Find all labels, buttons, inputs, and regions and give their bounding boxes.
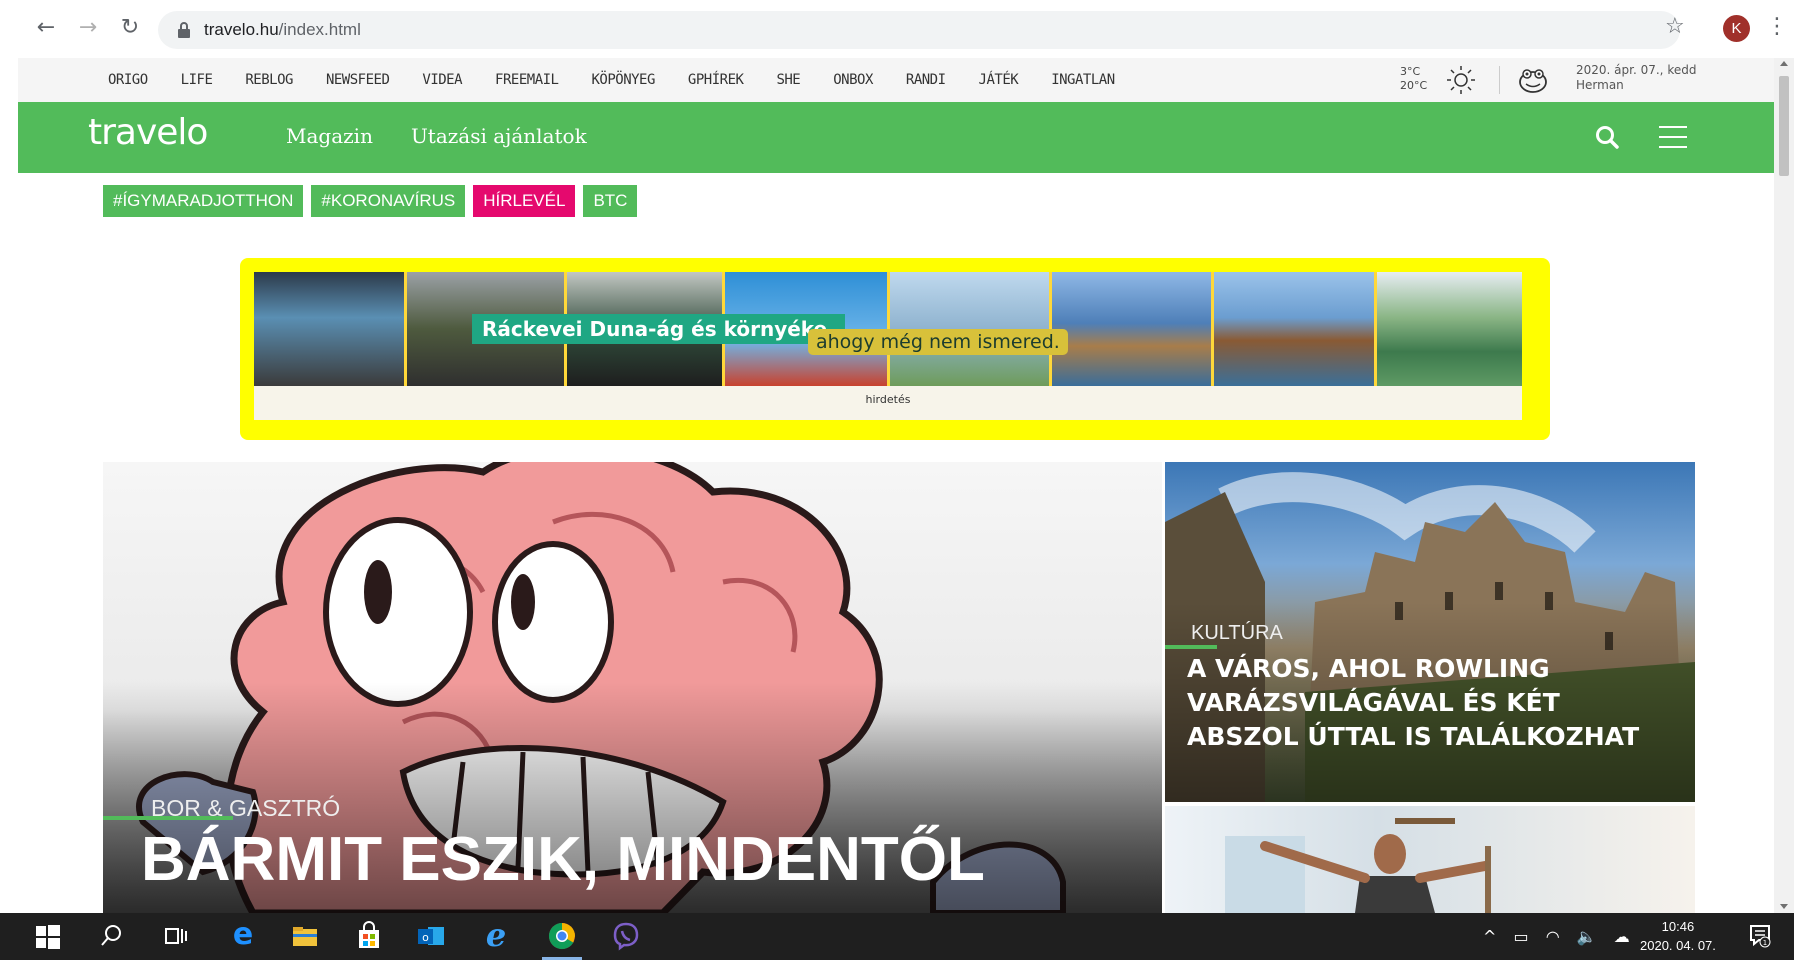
network-link-videa[interactable]: VIDEA bbox=[422, 72, 462, 88]
notification-count: 1 bbox=[1763, 939, 1767, 947]
svg-text:o: o bbox=[422, 931, 429, 944]
site-header: travelo Magazin Utazási ajánlatok bbox=[18, 102, 1774, 173]
chrome-icon[interactable] bbox=[547, 921, 577, 951]
temp-low: 3°C bbox=[1400, 65, 1421, 78]
clock-date: 2020. 04. 07. bbox=[1640, 938, 1716, 953]
network-link-she[interactable]: SHE bbox=[776, 72, 800, 88]
network-link-origo[interactable]: ORIGO bbox=[108, 72, 148, 88]
network-link-gphirek[interactable]: GPHÍREK bbox=[688, 72, 744, 88]
viber-icon[interactable] bbox=[611, 921, 641, 951]
page-scrollbar[interactable] bbox=[1774, 58, 1794, 913]
nav-item-magazin[interactable]: Magazin bbox=[286, 124, 373, 148]
network-link-koponyeg[interactable]: KÖPÖNYEG bbox=[591, 72, 655, 88]
nav-item-utazasi-ajanlatok[interactable]: Utazási ajánlatok bbox=[411, 124, 587, 148]
network-link-reblog[interactable]: REBLOG bbox=[245, 72, 293, 88]
scroll-thumb[interactable] bbox=[1779, 76, 1789, 176]
tag-list: #ÍGYMARADJOTTHON #KORONAVÍRUS HÍRLEVÉL B… bbox=[103, 185, 645, 217]
windows-taskbar: e o e ^ ▭ ◠ 🔈 ☁ 10:46 2020. 04. 07. 1 bbox=[0, 913, 1794, 960]
clock-time: 10:46 bbox=[1661, 919, 1695, 934]
category-underline bbox=[103, 816, 233, 820]
article-card-kultura[interactable]: KULTÚRA A VÁROS, AHOL ROWLING VARÁZSVILÁ… bbox=[1165, 462, 1695, 802]
forward-arrow-icon[interactable]: → bbox=[74, 14, 102, 42]
network-link-newsfeed[interactable]: NEWSFEED bbox=[326, 72, 390, 88]
profile-avatar[interactable]: K bbox=[1723, 15, 1750, 42]
tag-btc[interactable]: BTC bbox=[583, 185, 638, 217]
card-category[interactable]: KULTÚRA bbox=[1191, 622, 1283, 645]
nameday-text: Herman bbox=[1576, 78, 1624, 92]
notification-center-icon[interactable]: 1 bbox=[1749, 924, 1771, 948]
ad-title: Ráckevei Duna-ág és környéke, bbox=[472, 314, 845, 344]
url-path: /index.html bbox=[278, 20, 361, 39]
edge-icon[interactable]: e bbox=[228, 920, 258, 951]
browser-toolbar: ← → ↻ travelo.hu/index.html ☆ K ⋮ bbox=[0, 0, 1794, 58]
browser-menu-icon[interactable]: ⋮ bbox=[1766, 14, 1788, 39]
outlook-icon[interactable]: o bbox=[416, 921, 446, 951]
scroll-up-arrow-icon[interactable] bbox=[1780, 61, 1788, 66]
date-text: 2020. ápr. 07., kedd bbox=[1576, 63, 1697, 77]
reload-icon[interactable]: ↻ bbox=[116, 14, 144, 42]
network-link-randi[interactable]: RANDI bbox=[906, 72, 946, 88]
tag-hirlevel[interactable]: HÍRLEVÉL bbox=[473, 185, 576, 217]
network-link-jatek[interactable]: JÁTÉK bbox=[979, 72, 1019, 88]
scroll-down-arrow-icon[interactable] bbox=[1780, 904, 1788, 909]
url-host: travelo.hu bbox=[204, 20, 279, 39]
ad-photo-river bbox=[1377, 272, 1522, 386]
temp-high: 20°C bbox=[1400, 79, 1428, 92]
bookmark-star-icon[interactable]: ☆ bbox=[1665, 14, 1685, 39]
back-arrow-icon[interactable]: ← bbox=[32, 14, 60, 42]
ad-photo-truck bbox=[254, 272, 407, 386]
card-title[interactable]: A VÁROS, AHOL ROWLING VARÁZSVILÁGÁVAL ÉS… bbox=[1187, 652, 1657, 754]
network-link-onbox[interactable]: ONBOX bbox=[833, 72, 873, 88]
ad-subtitle: ahogy még nem ismered. bbox=[808, 329, 1068, 355]
ad-image[interactable]: Ráckevei Duna-ág és környéke, ahogy még … bbox=[254, 272, 1522, 420]
article-card-yoga[interactable] bbox=[1165, 806, 1695, 913]
search-icon[interactable] bbox=[1594, 124, 1620, 150]
network-link-freemail[interactable]: FREEMAIL bbox=[495, 72, 559, 88]
network-link-ingatlan[interactable]: INGATLAN bbox=[1051, 72, 1115, 88]
internet-explorer-icon[interactable]: e bbox=[481, 919, 511, 951]
hero-title[interactable]: BÁRMIT ESZIK, MINDENTŐL bbox=[141, 824, 985, 895]
main-nav: Magazin Utazási ajánlatok bbox=[286, 124, 625, 148]
category-underline bbox=[1165, 645, 1217, 649]
divider bbox=[1499, 66, 1500, 94]
yoga-photo bbox=[1225, 818, 1491, 913]
network-link-life[interactable]: LIFE bbox=[181, 72, 213, 88]
address-bar[interactable]: travelo.hu/index.html bbox=[158, 11, 1680, 49]
taskbar-clock[interactable]: 10:46 2020. 04. 07. bbox=[1640, 917, 1716, 955]
ad-banner[interactable]: Ráckevei Duna-ág és környéke, ahogy még … bbox=[240, 258, 1550, 440]
store-icon[interactable] bbox=[354, 921, 384, 951]
web-page: ORIGO LIFE REBLOG NEWSFEED VIDEA FREEMAIL KÖPÖ… bbox=[18, 58, 1774, 913]
system-tray[interactable]: ^ ▭ ◠ 🔈 ☁ bbox=[1483, 927, 1636, 946]
ad-photo-house bbox=[1214, 272, 1377, 386]
file-explorer-icon[interactable] bbox=[290, 921, 320, 951]
network-links: ORIGO LIFE REBLOG NEWSFEED VIDEA FREEMAIL KÖPÖ… bbox=[108, 58, 1148, 102]
weather-temps: 3°C 20°C bbox=[1400, 65, 1427, 93]
lock-icon bbox=[178, 22, 190, 38]
url-text: travelo.hu/index.html bbox=[204, 20, 361, 40]
ad-label: hirdetés bbox=[865, 393, 911, 406]
hero-article[interactable]: BOR & GASZTRÓ BÁRMIT ESZIK, MINDENTŐL bbox=[103, 462, 1162, 913]
date-info: 2020. ápr. 07., kedd Herman bbox=[1576, 63, 1696, 93]
taskbar-search-icon[interactable] bbox=[98, 921, 128, 951]
tag-koronavirus[interactable]: #KORONAVÍRUS bbox=[311, 185, 466, 217]
hamburger-menu-icon[interactable] bbox=[1659, 126, 1687, 148]
frog-icon[interactable] bbox=[1518, 66, 1548, 94]
ad-photo-pier bbox=[1052, 272, 1214, 386]
tag-igymaradjotthon[interactable]: #ÍGYMARADJOTTHON bbox=[103, 185, 304, 217]
task-view-icon[interactable] bbox=[160, 921, 190, 951]
site-logo[interactable]: travelo bbox=[88, 112, 208, 153]
windows-start-icon[interactable] bbox=[36, 925, 60, 949]
sun-icon[interactable] bbox=[1445, 64, 1477, 96]
network-bar: ORIGO LIFE REBLOG NEWSFEED VIDEA FREEMAIL KÖPÖ… bbox=[18, 58, 1774, 102]
